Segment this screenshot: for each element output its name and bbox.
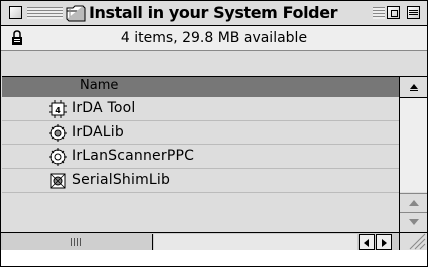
scroll-left-arrow[interactable]: [359, 234, 375, 250]
item-name: IrDALib: [72, 124, 124, 140]
column-header-name[interactable]: Name: [2, 76, 399, 98]
sort-triangle-icon: [410, 84, 418, 91]
list-item[interactable]: IrDALib: [2, 121, 399, 145]
horizontal-scroll-track[interactable]: [154, 234, 357, 250]
vertical-scrollbar[interactable]: [399, 98, 427, 232]
title-stripes-left: [27, 7, 63, 19]
list-item[interactable]: 4 IrDA Tool: [2, 97, 399, 121]
svg-text:4: 4: [55, 106, 61, 115]
scroll-down-arrow[interactable]: [400, 212, 427, 232]
item-name: IrDA Tool: [72, 100, 136, 116]
resize-grip-icon: [409, 233, 426, 250]
column-header-label: Name: [80, 78, 119, 93]
horizontal-scrollbar[interactable]: [1, 232, 427, 250]
empty-list-area: [2, 193, 399, 232]
finder-window: Install in your System Folder 4 items, 2…: [0, 0, 428, 267]
horizontal-scroll-thumb[interactable]: [3, 234, 153, 250]
item-name: IrLanScannerPPC: [72, 148, 195, 164]
info-bar: 4 items, 29.8 MB available: [1, 26, 427, 51]
shared-library-icon: [50, 173, 66, 189]
zoom-box[interactable]: [387, 6, 400, 19]
window-bottom-edge: [1, 250, 427, 266]
folder-icon: [66, 5, 86, 22]
list-item[interactable]: IrLanScannerPPC: [2, 145, 399, 169]
scroll-up-arrow[interactable]: [400, 193, 427, 213]
list-item[interactable]: SerialShimLib: [2, 169, 399, 193]
shared-library-icon: [49, 124, 67, 142]
sort-direction-button[interactable]: [399, 76, 427, 98]
window-title: Install in your System Folder: [89, 3, 344, 23]
scroll-right-arrow[interactable]: [376, 234, 392, 250]
vertical-scroll-track[interactable]: [400, 98, 427, 192]
item-count-info: 4 items, 29.8 MB available: [120, 30, 308, 46]
shared-library-icon: [49, 148, 67, 166]
irda-tool-icon: 4: [49, 100, 67, 118]
item-name: SerialShimLib: [72, 172, 171, 188]
title-bar[interactable]: Install in your System Folder: [1, 1, 427, 26]
collapse-box[interactable]: [407, 6, 420, 19]
resize-grow-box[interactable]: [399, 232, 427, 250]
title-stripes-right: [373, 7, 385, 19]
close-box[interactable]: [9, 6, 22, 19]
